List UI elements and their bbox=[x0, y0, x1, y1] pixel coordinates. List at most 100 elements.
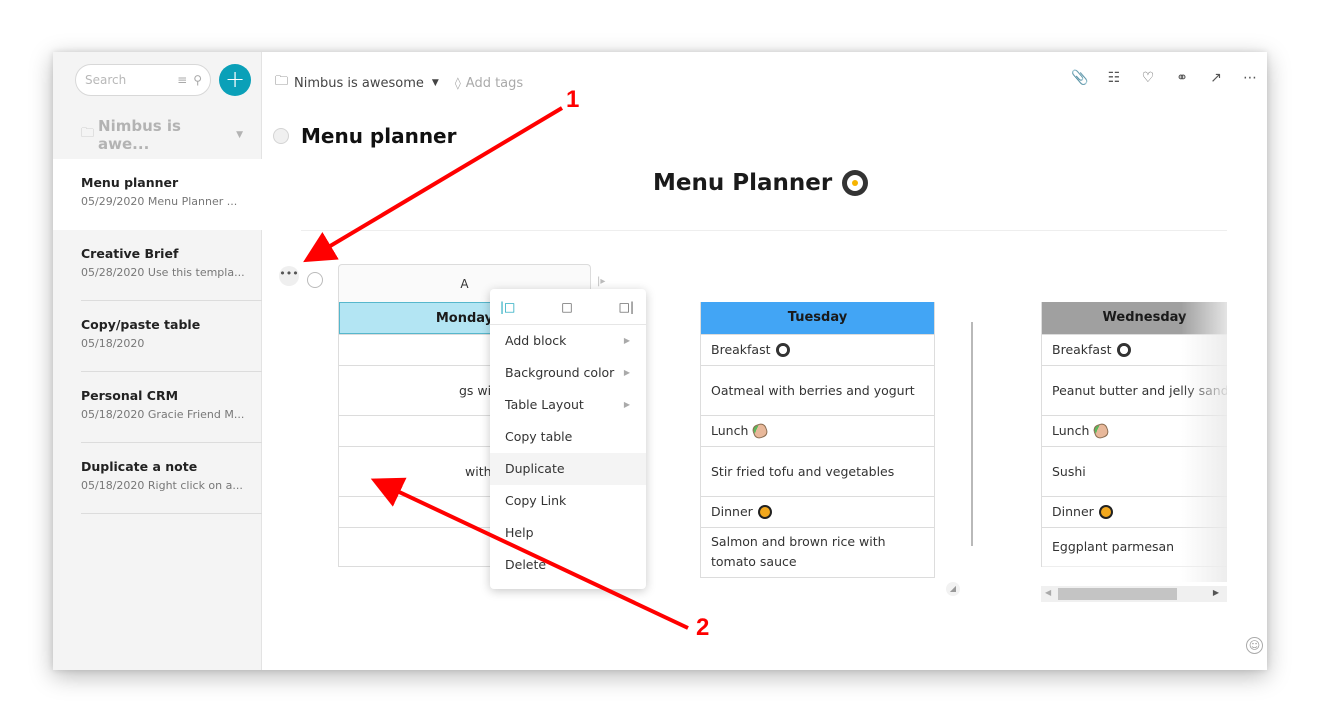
folder-icon: 🗀 bbox=[275, 74, 289, 89]
outline-icon[interactable]: ☷ bbox=[1097, 70, 1131, 86]
filter-icon[interactable]: ≡ bbox=[177, 73, 187, 87]
table-cell[interactable]: Salmon and brown rice with tomato sauce bbox=[701, 527, 934, 578]
paella-icon bbox=[1098, 505, 1113, 519]
align-left-icon[interactable]: |□ bbox=[500, 300, 515, 314]
note-list: Menu planner 05/29/2020 Menu Planner ...… bbox=[53, 159, 262, 514]
scroll-fade bbox=[1181, 302, 1227, 582]
menu-item-delete[interactable]: Delete bbox=[490, 549, 646, 581]
note-checkbox[interactable] bbox=[273, 128, 289, 144]
table-cell[interactable]: Lunch bbox=[701, 415, 934, 446]
cell-text: Breakfast bbox=[711, 342, 771, 357]
align-right-icon[interactable]: □| bbox=[619, 300, 634, 314]
block-options-button[interactable]: ••• bbox=[279, 266, 299, 286]
note-list-item[interactable]: Copy/paste table 05/18/2020 bbox=[53, 301, 262, 372]
document-heading-text: Menu Planner bbox=[653, 170, 833, 196]
chevron-right-icon: ▶ bbox=[623, 336, 630, 345]
block-select-checkbox[interactable] bbox=[307, 272, 323, 288]
cell-text: Eggplant parmesan bbox=[1052, 539, 1175, 554]
note-subtitle: 05/28/2020 Use this templa... bbox=[81, 266, 245, 279]
note-title: Creative Brief bbox=[81, 246, 179, 261]
paella-icon bbox=[757, 505, 772, 519]
note-list-item[interactable]: Menu planner 05/29/2020 Menu Planner ... bbox=[53, 159, 262, 230]
app-window: Search ≡ ⚲ + 🗀 Nimbus is awe... ▼ Menu p… bbox=[53, 52, 1267, 670]
tag-icon: ◊ bbox=[454, 76, 461, 90]
cell-text: Salmon and brown rice with tomato sauce bbox=[711, 534, 886, 569]
table-cell[interactable]: Stir fried tofu and vegetables bbox=[701, 446, 934, 496]
folder-icon: 🗀 bbox=[81, 126, 95, 141]
cell-text: Dinner bbox=[711, 504, 753, 519]
table-cell[interactable]: Oatmeal with berries and yogurt bbox=[701, 365, 934, 415]
emoji-icon[interactable]: ☺ bbox=[1246, 637, 1263, 654]
table-cell[interactable]: Breakfast bbox=[701, 334, 934, 365]
toolbar: 📎 ☷ ♡ ⚭ ↗ ⋯ bbox=[1063, 70, 1267, 86]
chevron-down-icon[interactable]: ▼ bbox=[432, 78, 439, 88]
align-center-icon[interactable]: □ bbox=[561, 300, 572, 314]
note-subtitle: 05/18/2020 Gracie Friend M... bbox=[81, 408, 245, 421]
resize-handle-icon[interactable]: ◢ bbox=[946, 582, 960, 596]
share-icon[interactable]: ⚭ bbox=[1165, 70, 1199, 86]
scroll-right-icon[interactable]: ▶ bbox=[1213, 588, 1219, 597]
column-divider[interactable] bbox=[971, 322, 973, 546]
note-title-heading[interactable]: Menu planner bbox=[301, 124, 456, 148]
folder-breadcrumb[interactable]: Nimbus is awesome bbox=[294, 76, 424, 91]
expand-icon[interactable]: ↗ bbox=[1199, 70, 1233, 86]
add-column-icon[interactable]: |▸ bbox=[597, 276, 605, 287]
scroll-left-icon[interactable]: ◀ bbox=[1045, 588, 1051, 597]
cell-text: Dinner bbox=[1052, 504, 1094, 519]
cell-text: Breakfast bbox=[1052, 342, 1112, 357]
menu-item-copy-link[interactable]: Copy Link bbox=[490, 485, 646, 517]
cell-text: Sushi bbox=[1052, 463, 1086, 479]
menu-item-table-layout[interactable]: Table Layout ▶ bbox=[490, 389, 646, 421]
menu-item-label: Background color bbox=[505, 365, 615, 380]
folder-name: Nimbus is awe... bbox=[98, 117, 181, 153]
annotation-label-1: 1 bbox=[566, 86, 580, 113]
cell-text: Lunch bbox=[1052, 423, 1090, 438]
layout-options: |□ □ □| bbox=[490, 289, 646, 325]
scrollbar-thumb[interactable] bbox=[1058, 588, 1177, 600]
frying-pan-icon bbox=[842, 170, 869, 196]
table-cell[interactable]: Dinner bbox=[701, 496, 934, 527]
bell-icon[interactable]: ♡ bbox=[1131, 70, 1165, 86]
menu-item-duplicate[interactable]: Duplicate bbox=[490, 453, 646, 485]
note-subtitle: 05/18/2020 Right click on a... bbox=[81, 479, 243, 492]
note-list-item[interactable]: Duplicate a note 05/18/2020 Right click … bbox=[53, 443, 262, 514]
burrito-icon bbox=[751, 422, 770, 440]
menu-item-label: Copy table bbox=[505, 429, 573, 444]
chevron-right-icon: ▶ bbox=[623, 400, 630, 409]
note-title: Duplicate a note bbox=[81, 459, 198, 474]
search-input[interactable]: Search ≡ ⚲ bbox=[75, 64, 211, 96]
attachment-icon[interactable]: 📎 bbox=[1063, 70, 1097, 86]
add-note-button[interactable]: + bbox=[219, 64, 251, 96]
horizontal-scrollbar[interactable]: ◀ ▶ bbox=[1041, 586, 1227, 602]
menu-item-background-color[interactable]: Background color ▶ bbox=[490, 357, 646, 389]
search-icon[interactable]: ⚲ bbox=[193, 73, 202, 87]
note-title: Menu planner bbox=[81, 175, 179, 190]
menu-item-label: Help bbox=[505, 525, 534, 540]
chevron-down-icon: ▼ bbox=[236, 130, 243, 140]
menu-item-label: Table Layout bbox=[505, 397, 584, 412]
menu-item-copy-table[interactable]: Copy table bbox=[490, 421, 646, 453]
note-title: Copy/paste table bbox=[81, 317, 201, 332]
menu-item-label: Delete bbox=[505, 557, 547, 572]
more-icon[interactable]: ⋯ bbox=[1233, 70, 1267, 86]
note-topbar: 🗀 Nimbus is awesome ▼ ◊ Add tags bbox=[275, 72, 523, 94]
frying-pan-icon bbox=[1116, 343, 1131, 357]
menu-item-help[interactable]: Help bbox=[490, 517, 646, 549]
search-placeholder: Search bbox=[85, 73, 127, 87]
add-tags-button[interactable]: ◊ Add tags bbox=[455, 76, 523, 91]
note-subtitle: 05/18/2020 bbox=[81, 337, 145, 350]
burrito-icon bbox=[1092, 422, 1111, 440]
menu-item-label: Duplicate bbox=[505, 461, 565, 476]
menu-item-add-block[interactable]: Add block ▶ bbox=[490, 325, 646, 357]
chevron-right-icon: ▶ bbox=[623, 368, 630, 377]
cell-text: Stir fried tofu and vegetables bbox=[711, 463, 895, 479]
folder-selector[interactable]: 🗀 Nimbus is awe... ▼ bbox=[81, 117, 251, 153]
note-header: Menu planner bbox=[273, 124, 456, 148]
menu-item-label: Add block bbox=[505, 333, 567, 348]
note-list-item[interactable]: Creative Brief 05/28/2020 Use this templ… bbox=[53, 230, 262, 301]
table-header[interactable]: Tuesday bbox=[701, 302, 934, 334]
add-tags-label: Add tags bbox=[465, 75, 524, 91]
note-list-item[interactable]: Personal CRM 05/18/2020 Gracie Friend M.… bbox=[53, 372, 262, 443]
menu-item-label: Copy Link bbox=[505, 493, 567, 508]
sidebar: Search ≡ ⚲ + 🗀 Nimbus is awe... ▼ Menu p… bbox=[53, 52, 262, 670]
